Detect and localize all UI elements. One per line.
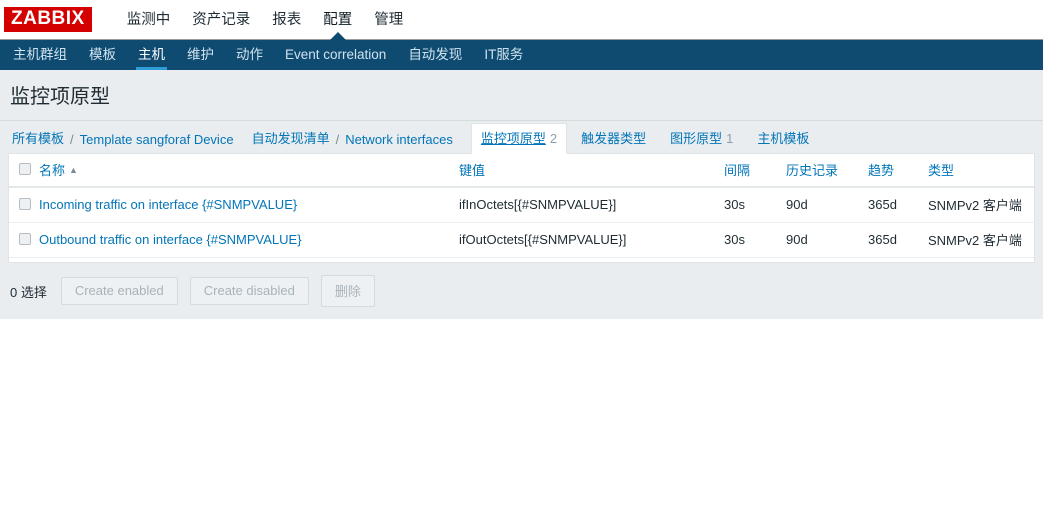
tab-trigger-prototypes[interactable]: 触发器类型	[571, 123, 656, 153]
breadcrumb-all-templates[interactable]: 所有模板	[12, 128, 64, 153]
subnav-item-hosts[interactable]: 主机	[127, 40, 176, 70]
subnav-item-label: 主机群组	[13, 47, 67, 62]
subnav-item-label: 主机	[138, 47, 165, 62]
column-header-label: 趋势	[868, 163, 895, 178]
row-trends-cell: 365d	[864, 187, 924, 223]
page-content: 监控项原型 所有模板 / Template sangforaf Device 自…	[0, 70, 1043, 319]
top-header: ZABBIX 监测中 资产记录 报表 配置 管理	[0, 0, 1043, 41]
menu-item-label: 监测中	[126, 11, 171, 28]
table-row: Outbound traffic on interface {#SNMPVALU…	[9, 222, 1034, 258]
breadcrumb-template-name[interactable]: Template sangforaf Device	[80, 132, 234, 153]
sub-navigation: 主机群组 模板 主机 维护 动作 Event correlation 自动发现 …	[0, 40, 1043, 70]
main-menu: 监测中 资产记录 报表 配置 管理	[116, 0, 415, 41]
column-header-name[interactable]: 名称 ▲	[35, 154, 455, 188]
action-bar: 0 选择 Create enabled Create disabled 删除	[8, 263, 1035, 307]
menu-item-reports[interactable]: 报表	[261, 0, 312, 40]
menu-item-label: 资产记录	[192, 11, 251, 28]
menu-item-label: 配置	[323, 11, 353, 28]
subnav-item-actions[interactable]: 动作	[225, 40, 274, 70]
item-prototypes-table-panel: 名称 ▲ 键值 间隔 历史记录 趋势 类型 Incoming traffic o…	[8, 153, 1035, 263]
row-name-cell: Outbound traffic on interface {#SNMPVALU…	[35, 222, 455, 258]
table-body: Incoming traffic on interface {#SNMPVALU…	[9, 187, 1034, 258]
tab-host-prototypes[interactable]: 主机模板	[747, 123, 819, 153]
column-header-trends[interactable]: 趋势	[864, 154, 924, 188]
tab-label: 图形原型	[670, 131, 723, 146]
item-prototype-link[interactable]: Incoming traffic on interface {#SNMPVALU…	[39, 197, 297, 212]
row-name-cell: Incoming traffic on interface {#SNMPVALU…	[35, 187, 455, 223]
column-header-label: 键值	[459, 163, 486, 178]
create-enabled-button[interactable]: Create enabled	[60, 277, 178, 305]
column-header-label: 间隔	[724, 163, 751, 178]
subnav-item-templates[interactable]: 模板	[78, 40, 127, 70]
row-select-cell[interactable]	[9, 222, 35, 258]
tab-label: 监控项原型	[480, 131, 546, 146]
sort-ascending-icon: ▲	[69, 165, 78, 175]
subnav-item-label: 动作	[236, 47, 263, 62]
subnav-item-label: IT服务	[484, 47, 524, 62]
row-history-cell: 90d	[782, 222, 864, 258]
row-checkbox[interactable]	[19, 198, 31, 210]
table-header-row: 名称 ▲ 键值 间隔 历史记录 趋势 类型	[9, 154, 1034, 188]
subnav-item-label: Event correlation	[285, 47, 387, 62]
menu-item-inventory[interactable]: 资产记录	[181, 0, 261, 40]
column-header-label: 名称	[39, 163, 66, 178]
column-header-key[interactable]: 键值	[455, 154, 720, 188]
select-all-checkbox[interactable]	[19, 163, 31, 175]
column-header-label: 历史记录	[786, 163, 839, 178]
subnav-item-host-groups[interactable]: 主机群组	[2, 40, 78, 70]
table-header: 名称 ▲ 键值 间隔 历史记录 趋势 类型	[9, 154, 1034, 188]
selected-count-label: 0 选择	[10, 284, 47, 300]
menu-item-label: 报表	[272, 11, 302, 28]
row-type-cell: SNMPv2 客户端	[924, 222, 1034, 258]
column-header-history[interactable]: 历史记录	[782, 154, 864, 188]
subnav-item-discovery[interactable]: 自动发现	[397, 40, 473, 70]
row-type-cell: SNMPv2 客户端	[924, 187, 1034, 223]
menu-item-label: 管理	[374, 11, 404, 28]
subnav-item-event-correlation[interactable]: Event correlation	[274, 40, 397, 70]
tab-item-prototypes[interactable]: 监控项原型 2	[470, 123, 568, 154]
breadcrumb-discovery-list[interactable]: 自动发现清单	[252, 128, 330, 153]
delete-button[interactable]: 删除	[320, 275, 375, 307]
breadcrumb-network-interfaces[interactable]: Network interfaces	[345, 132, 453, 153]
menu-item-administration[interactable]: 管理	[363, 0, 414, 40]
page-blank-area	[0, 319, 1043, 531]
menu-item-monitoring[interactable]: 监测中	[116, 0, 182, 40]
create-disabled-button[interactable]: Create disabled	[189, 277, 309, 305]
row-interval-cell: 30s	[720, 187, 782, 223]
breadcrumb-separator: /	[335, 132, 340, 147]
row-trends-cell: 365d	[864, 222, 924, 258]
row-history-cell: 90d	[782, 187, 864, 223]
row-key-cell: ifOutOctets[{#SNMPVALUE}]	[455, 222, 720, 258]
tab-label: 触发器类型	[581, 131, 647, 146]
subnav-item-label: 自动发现	[408, 47, 463, 62]
subnav-item-maintenance[interactable]: 维护	[176, 40, 225, 70]
row-key-cell: ifInOctets[{#SNMPVALUE}]	[455, 187, 720, 223]
table-row: Incoming traffic on interface {#SNMPVALU…	[9, 187, 1034, 223]
tab-count: 2	[549, 131, 558, 146]
subnav-item-label: 模板	[89, 47, 116, 62]
item-prototypes-table: 名称 ▲ 键值 间隔 历史记录 趋势 类型 Incoming traffic o…	[9, 154, 1034, 258]
page-title: 监控项原型	[10, 86, 110, 108]
subnav-item-label: 维护	[187, 47, 214, 62]
tab-graph-prototypes[interactable]: 图形原型 1	[660, 123, 743, 153]
breadcrumb: 所有模板 / Template sangforaf Device 自动发现清单 …	[8, 121, 1035, 154]
column-header-interval[interactable]: 间隔	[720, 154, 782, 188]
breadcrumb-separator: /	[70, 132, 74, 147]
tab-label: 主机模板	[757, 131, 810, 146]
tab-count: 1	[726, 131, 734, 146]
row-select-cell[interactable]	[9, 187, 35, 223]
row-interval-cell: 30s	[720, 222, 782, 258]
zabbix-logo[interactable]: ZABBIX	[4, 7, 92, 32]
item-prototype-link[interactable]: Outbound traffic on interface {#SNMPVALU…	[39, 232, 302, 247]
column-header-type[interactable]: 类型	[924, 154, 1034, 188]
menu-item-configuration[interactable]: 配置	[312, 0, 363, 41]
row-checkbox[interactable]	[19, 233, 31, 245]
select-all-header[interactable]	[9, 154, 35, 188]
column-header-label: 类型	[928, 163, 955, 178]
subnav-item-it-services[interactable]: IT服务	[473, 40, 534, 70]
